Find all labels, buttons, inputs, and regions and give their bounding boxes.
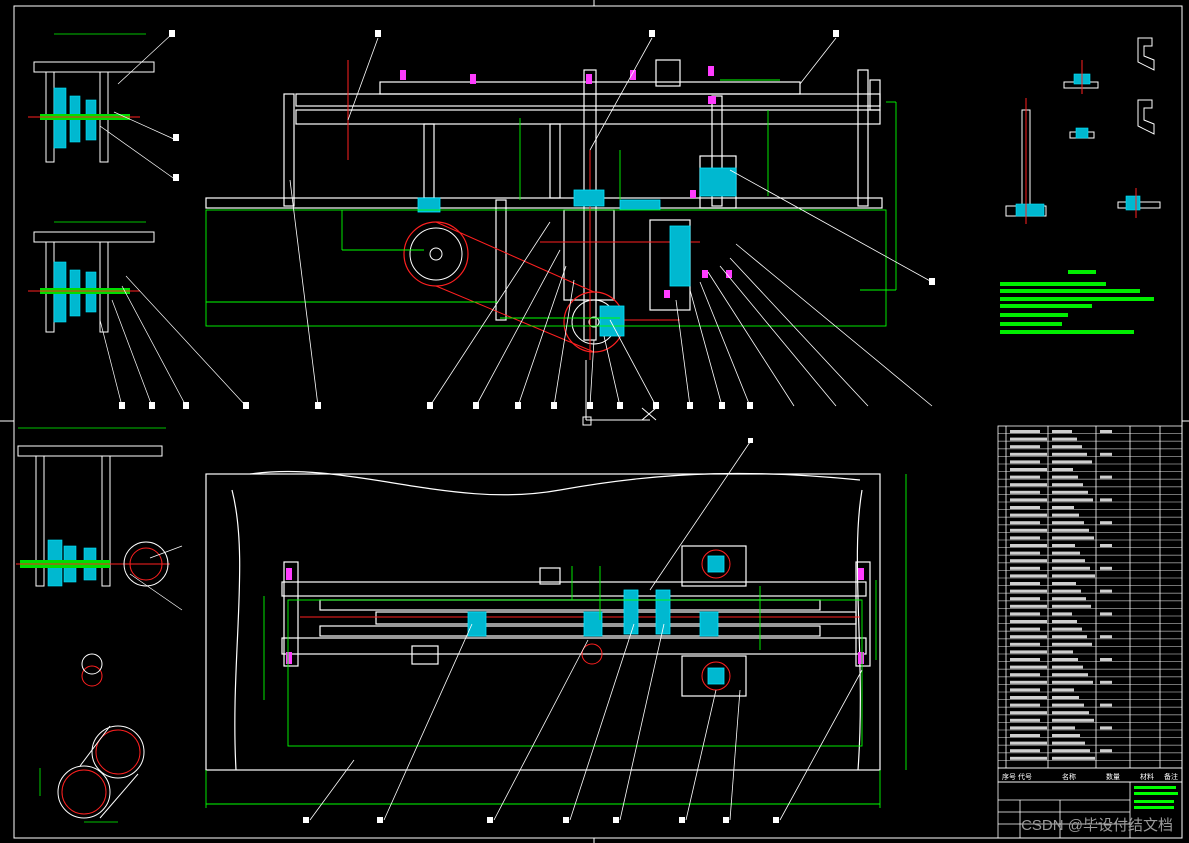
balloon-top-17 [587,402,593,409]
balloon-top-19 [653,402,659,409]
parts-header-cell: 序号 [1002,772,1016,781]
watermark-text: CSDN @毕设付结文档 [1021,817,1173,834]
balloon-top-7 [929,278,935,285]
balloon-plan-top-9 [748,438,753,443]
technical-notes [1000,270,1154,334]
title-block-text [1134,786,1178,809]
right-details [1000,37,1161,334]
balloon-top-16 [551,402,557,409]
plan-view [205,441,907,821]
balloon-top-11 [243,402,249,409]
balloon-top-14 [473,402,479,409]
parts-header-cell: 数量 [1106,772,1120,781]
balloon-top-22 [747,402,753,409]
balloon-top-12 [315,402,321,409]
balloon-plan-6 [679,817,685,823]
parts-list-table [997,425,1183,769]
balloon-plan-8 [773,817,779,823]
balloon-plan-5 [613,817,619,823]
balloon-top-2 [649,30,655,37]
balloon-plan-7 [723,817,729,823]
balloon-plan-2 [377,817,383,823]
balloon-top-13 [427,402,433,409]
cad-drawing-canvas: 序号 代号 名称 数量 材料 备注 [0,0,1189,843]
balloon-top-20 [687,402,693,409]
balloon-top-18 [617,402,623,409]
front-view [205,37,933,426]
balloon-plan-1 [303,817,309,823]
balloon-plan-3 [487,817,493,823]
balloon-top-10 [183,402,189,409]
parts-list-header: 序号 代号 名称 数量 材料 备注 [997,767,1183,783]
left-detail-views [16,33,247,823]
balloon-top-9 [149,402,155,409]
balloon-top-21 [719,402,725,409]
parts-header-cell: 材料 [1140,772,1154,781]
balloon-top-5 [173,134,179,141]
balloon-top-4 [169,30,175,37]
balloon-labels [119,30,935,823]
balloon-top-1 [375,30,381,37]
balloon-top-6 [173,174,179,181]
parts-header-cell: 备注 [1164,772,1178,781]
balloon-top-15 [515,402,521,409]
parts-header-cell: 代号 [1018,772,1032,781]
sheet-border [0,0,1189,843]
balloon-plan-4 [563,817,569,823]
parts-header-cell: 名称 [1062,772,1076,781]
balloon-top-8 [119,402,125,409]
balloon-top-3 [833,30,839,37]
